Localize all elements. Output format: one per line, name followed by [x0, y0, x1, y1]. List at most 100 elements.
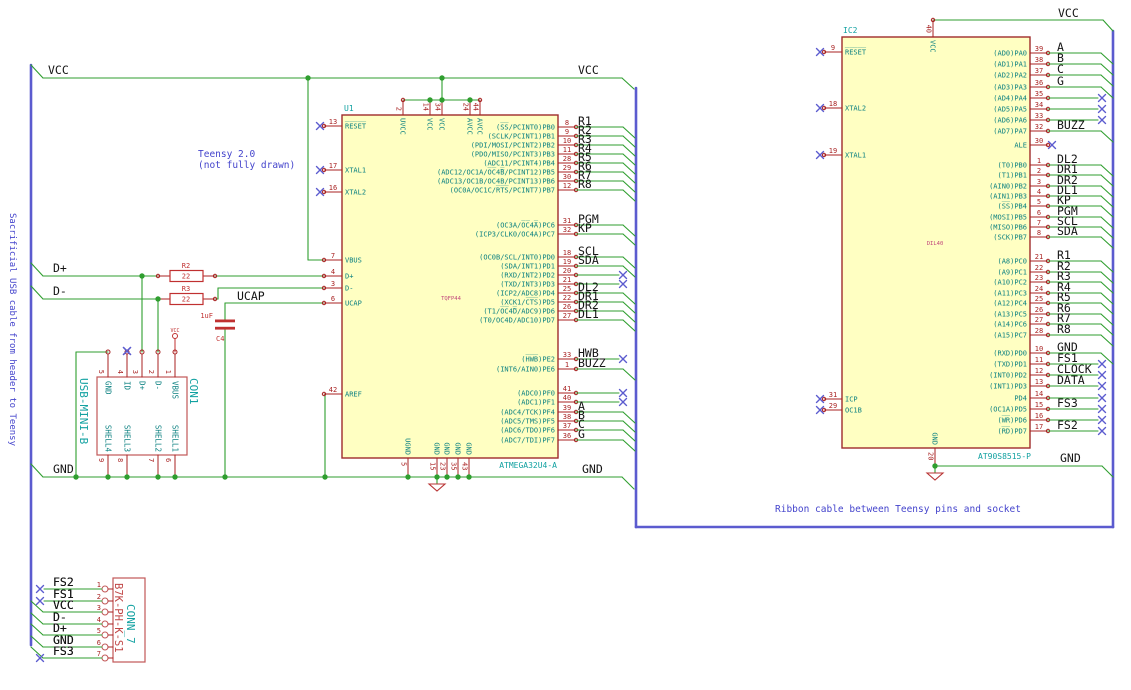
u1-pin-number: 28 — [563, 155, 571, 163]
wire — [30, 285, 44, 300]
bus-entry — [622, 439, 636, 452]
ic2-pin-name: (A15)PC7 — [993, 332, 1027, 340]
ic2-pin-name: (RXD)PD0 — [993, 350, 1027, 358]
ic2-pin-number: 3 — [1037, 178, 1041, 186]
junction-dot — [455, 474, 461, 480]
junction-dot — [439, 97, 445, 103]
bus-entry — [1100, 164, 1114, 177]
u1-pin-name: GND — [443, 442, 451, 455]
con1-pin-number: 4 — [116, 370, 124, 374]
bus-entry — [1100, 226, 1114, 239]
ic2-pin-name: (AD4)PA4 — [993, 95, 1027, 103]
bus-entry — [1100, 323, 1114, 336]
ic2-pin-name: (SCK)PB7 — [993, 234, 1027, 242]
u1-pin-name: GND — [454, 442, 462, 455]
u1-pin-name: UVCC — [399, 118, 407, 135]
net-label-dl1: DL1 — [578, 307, 599, 321]
con1-pin-number: 2 — [147, 370, 155, 374]
u1-pin-name: UCAP — [345, 300, 362, 308]
u1-pin-number: 11 — [563, 146, 571, 154]
wire — [1101, 465, 1114, 478]
bus-entry — [622, 256, 636, 269]
bus-entry — [622, 310, 636, 323]
ic2-pin-number: 19 — [829, 147, 837, 155]
u1-pin-number: 30 — [563, 173, 571, 181]
ic2-pin-number: 7 — [1037, 219, 1041, 227]
u1-pin-name: (RXD/INT2)PD2 — [500, 272, 555, 280]
u1-pin-number: 44 — [472, 103, 480, 111]
u1-pin-number: 15 — [429, 462, 437, 470]
u1-pin-number: 6 — [331, 295, 335, 303]
ic2-pin-name: (AD3)PA3 — [993, 84, 1027, 92]
net-label-fs3: FS3 — [1057, 396, 1078, 410]
u1-pin-number: 4 — [331, 268, 335, 276]
junction-dot — [434, 474, 440, 480]
bus-entry — [1100, 292, 1114, 305]
bus-entry — [1100, 52, 1114, 65]
bus-entry — [1100, 174, 1114, 187]
con1-pin-name: VBUS — [171, 381, 180, 400]
ic2-pin-number: 30 — [1035, 137, 1043, 145]
junction-dot — [172, 474, 178, 480]
bus-entry — [1100, 260, 1114, 273]
ic2-footprint: DIL40 — [927, 241, 944, 247]
ic2-pin-name: (TXD)PD1 — [993, 361, 1027, 369]
capacitor-c4-plate[interactable] — [215, 319, 235, 323]
junction-dot — [73, 474, 79, 480]
con1-pin-name: SHELL3 — [123, 425, 132, 452]
u1-pin-name: (ADC6/TDO)PF6 — [500, 427, 555, 435]
u1-pin-name: (T1/O̅C̅4̅D̅/ADC9)PD6 — [483, 306, 555, 315]
ic2-pin-name: (A9)PC1 — [997, 269, 1027, 277]
conn7-pin-circle — [101, 597, 109, 605]
vcc-power-symbol — [172, 333, 178, 339]
con1-pin-number: 8 — [116, 458, 124, 462]
capacitor-c4-plate[interactable] — [215, 326, 235, 330]
junction-dot — [105, 474, 111, 480]
bus-entry — [30, 635, 44, 648]
u1-pin-name: (ADC13/OC1B/OC4B/PCINT13)PB6 — [437, 178, 555, 186]
ic2-pin-number: 21 — [1035, 253, 1043, 261]
u1-pin-name: (OC3A/O̅C̅4̅A̅)PC6 — [496, 220, 555, 229]
u1-pin-number: 8 — [565, 119, 569, 127]
ic2-pin-number: 14 — [1035, 390, 1043, 398]
u1-footprint: TQFP44 — [441, 296, 462, 302]
con1-pin-name: D- — [154, 381, 163, 390]
conn7-pin-circle — [101, 585, 109, 593]
u1-pin-number: 41 — [563, 385, 571, 393]
net-label-r8: R8 — [578, 177, 592, 191]
ground-symbol — [925, 472, 945, 481]
u1-pin-name: XTAL2 — [345, 189, 366, 197]
ic2-pin-name: (MOSI)PB5 — [989, 214, 1027, 222]
u1-pin-name: VBUS — [345, 257, 362, 265]
ic2-pin-number: 36 — [1035, 79, 1043, 87]
comment-ribbon-cable: Ribbon cable between Teensy pins and soc… — [775, 504, 1021, 515]
ic2-pin-number: 31 — [829, 391, 837, 399]
u1-pin-number: 9 — [565, 128, 569, 136]
ic2-pin-number: 4 — [1037, 188, 1041, 196]
u1-pin-name: (ADC1)PF1 — [517, 399, 555, 407]
bus-entry — [622, 153, 636, 166]
ic2-pin-number: 15 — [1035, 401, 1043, 409]
u1-pin-number: 36 — [563, 432, 571, 440]
ic2-pin-name: (A13)PC5 — [993, 311, 1027, 319]
con1-pin-name: GND — [104, 381, 113, 395]
ic2-pin-name: ALE — [1014, 142, 1027, 150]
ic2-pin-name: (AD0)PA0 — [993, 50, 1027, 58]
junction-dot — [466, 474, 472, 480]
u1-pin-name: (H̅W̅B̅)PE2 — [521, 354, 555, 363]
bus-entry — [622, 144, 636, 157]
bus-entry — [1100, 130, 1114, 143]
resistor-value: 22 — [182, 273, 190, 281]
bus-entry — [1100, 216, 1114, 229]
u1-pin-name: (ADC11/PCINT4)PB4 — [483, 160, 555, 168]
ic2-pin-number: 24 — [1035, 285, 1043, 293]
u1-pin-name: (ICP3/CLK0/OC4A)PC7 — [475, 231, 555, 239]
u1-pin-number: 12 — [563, 182, 571, 190]
u1-pin-number: 37 — [563, 422, 571, 430]
ic2-pin-name: (AD5)PA5 — [993, 106, 1027, 114]
ic2-pin-number: 1 — [1037, 157, 1041, 165]
u1-pin-number: 31 — [563, 217, 571, 225]
bus-entry — [622, 180, 636, 193]
junction-dot — [155, 296, 161, 302]
net-label-buzz: BUZZ — [1057, 118, 1085, 132]
